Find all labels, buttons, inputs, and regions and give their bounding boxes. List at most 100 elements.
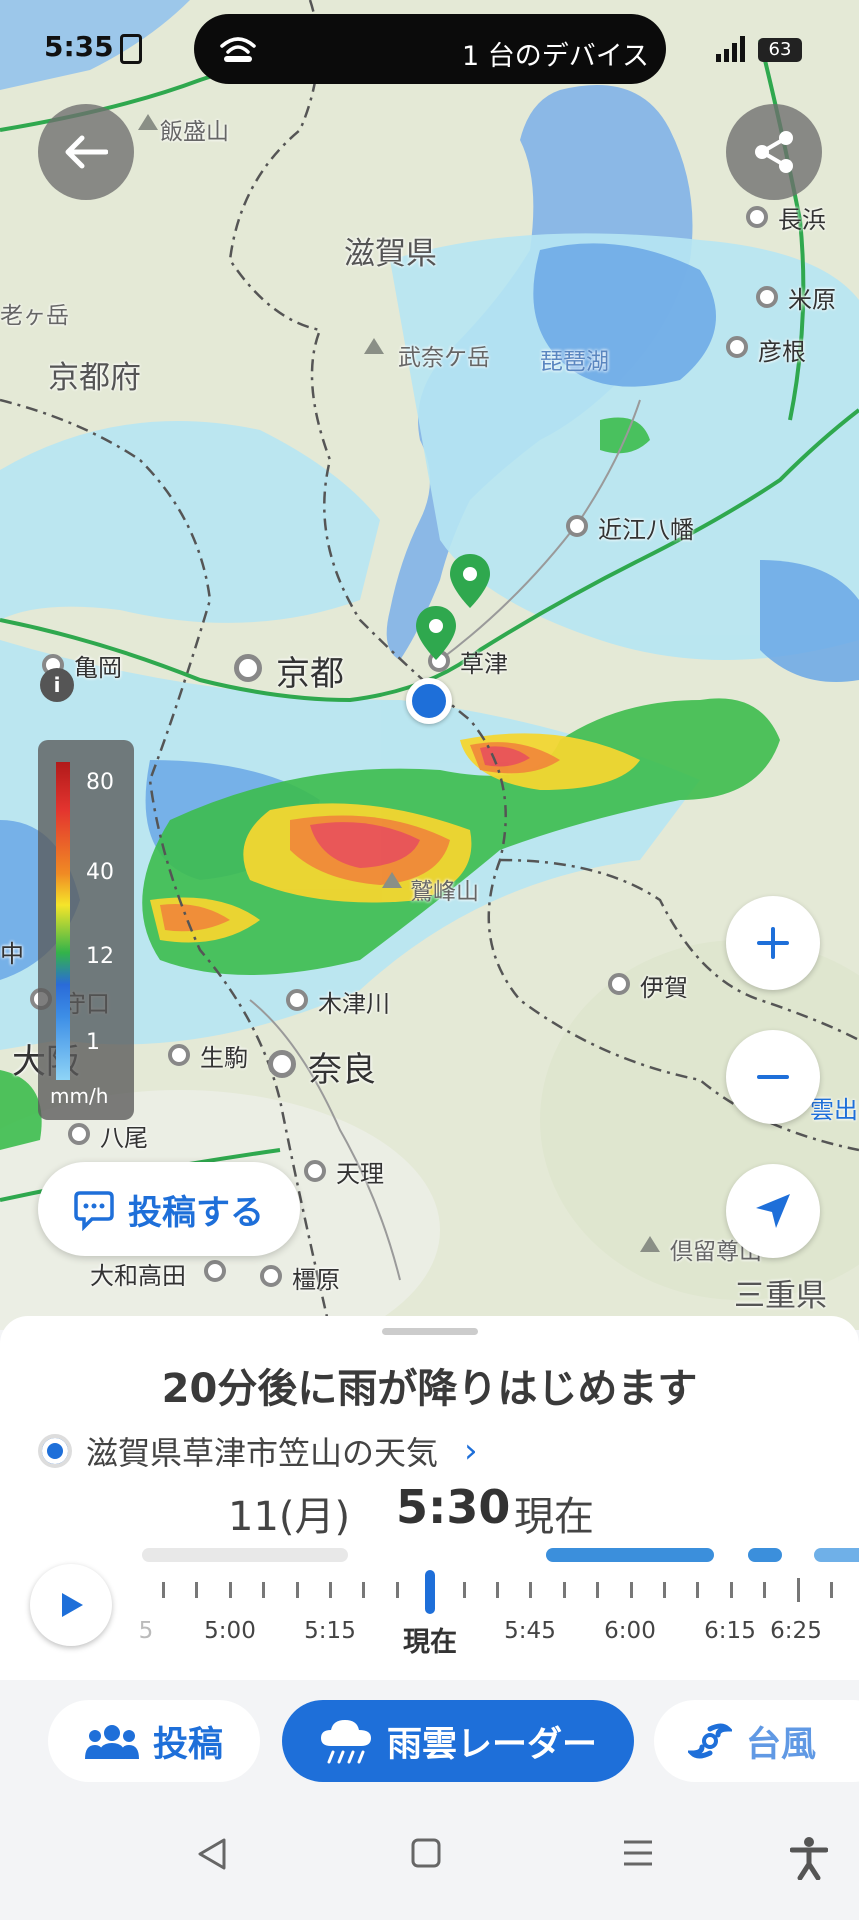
legend-level: 12 <box>86 944 114 969</box>
label-bunagatake: 武奈ケ岳 <box>398 345 490 371</box>
zoom-out-button[interactable] <box>726 1030 820 1124</box>
station-yao <box>68 1123 90 1145</box>
timeline-tick <box>529 1582 533 1598</box>
station-kizugawa <box>286 989 308 1011</box>
timeline-label: 6:15 <box>704 1618 756 1644</box>
back-arrow-icon <box>65 135 108 169</box>
accessibility-icon[interactable] <box>790 1836 828 1880</box>
minus-icon <box>757 1075 789 1079</box>
timeline-tick <box>295 1582 299 1598</box>
map-pin-icon[interactable] <box>448 552 492 610</box>
timeline-label: 5:00 <box>204 1618 256 1644</box>
tab-rain-radar[interactable]: 雨雲レーダー <box>282 1700 634 1782</box>
legend-color-bar <box>56 762 70 1080</box>
back-nav-icon[interactable] <box>196 1836 228 1872</box>
station-nara <box>268 1050 296 1078</box>
timeline-tick <box>729 1582 733 1598</box>
my-location-button[interactable] <box>726 1164 820 1258</box>
recents-nav-icon[interactable] <box>622 1836 654 1870</box>
location-link[interactable]: 滋賀県草津市笠山の天気 › <box>38 1428 478 1474</box>
timeline-tick <box>596 1582 600 1598</box>
timeline-tick <box>362 1582 366 1598</box>
tab-typhoon[interactable]: 台風 <box>654 1700 859 1782</box>
status-time: 5:35 <box>44 30 114 63</box>
sheet-handle[interactable] <box>382 1328 478 1335</box>
rain-radar-map[interactable]: 滋賀県 京都府 三重県 飯盛山 武奈ケ岳 琵琶湖 老ヶ岳 鷲峰山 倶留尊山 中 … <box>0 0 859 1330</box>
label-yao: 八尾 <box>100 1124 148 1152</box>
timeline-tick <box>830 1582 833 1598</box>
people-icon <box>84 1725 139 1759</box>
label-ikoma: 生駒 <box>200 1044 248 1072</box>
back-button[interactable] <box>38 104 134 200</box>
station-maibara <box>756 286 778 308</box>
current-location-marker <box>406 678 452 724</box>
label-hikone: 彦根 <box>758 338 806 366</box>
bottom-tabs: 投稿 雨雲レーダー 台風 <box>0 1680 859 1800</box>
plus-icon <box>757 927 789 959</box>
station-tenri <box>304 1160 326 1182</box>
timeline-tick <box>395 1582 399 1598</box>
home-nav-icon[interactable] <box>410 1836 442 1870</box>
forecast-date: 11(月) <box>228 1494 351 1540</box>
forecast-sheet: 20分後に雨が降りはじめます 滋賀県草津市笠山の天気 › 11(月) 5:30 … <box>0 1316 859 1680</box>
timeline-ticks[interactable] <box>150 1578 833 1612</box>
timeline-tick <box>262 1582 266 1598</box>
label-washiminesan: 鷲峰山 <box>410 879 479 905</box>
rain-legend: 80 40 12 1 mm/h <box>38 740 134 1120</box>
rain-forecast-headline: 20分後に雨が降りはじめます <box>161 1366 698 1412</box>
label-iga: 伊賀 <box>640 974 688 1002</box>
timeline-tick <box>462 1582 466 1598</box>
station-kyoto <box>234 654 262 682</box>
location-name: 滋賀県草津市笠山の天気 <box>86 1434 439 1472</box>
signal-icon <box>716 36 745 62</box>
now-label: 現在 <box>514 1494 594 1540</box>
station-kashihara <box>260 1265 282 1287</box>
play-button[interactable] <box>30 1564 112 1646</box>
navigation-arrow-icon <box>756 1194 790 1228</box>
notification-pill[interactable]: 1 台のデバイス <box>194 14 666 84</box>
chevron-right-icon: › <box>464 1431 478 1471</box>
tab-post[interactable]: 投稿 <box>48 1700 260 1782</box>
timeline-label: 5 <box>138 1618 154 1644</box>
timeline-tick <box>763 1582 767 1598</box>
station-iga <box>608 973 630 995</box>
label-kizugawa: 木津川 <box>318 990 390 1018</box>
legend-level: 1 <box>86 1030 100 1055</box>
notification-text: 1 台のデバイス <box>462 41 649 72</box>
past-rain-bar <box>142 1548 348 1562</box>
timeline-cursor[interactable] <box>425 1570 435 1614</box>
label-rokkoudake: 老ヶ岳 <box>0 303 69 329</box>
station-omihachiman <box>566 515 588 537</box>
label-shiga: 滋賀県 <box>344 236 437 272</box>
post-bubble-icon <box>74 1191 114 1231</box>
post-button[interactable]: 投稿する <box>38 1162 300 1256</box>
label-kameoka: 亀岡 <box>74 654 122 682</box>
station-yamatotakada <box>204 1260 226 1282</box>
future-rain-bar <box>546 1548 714 1562</box>
share-button[interactable] <box>726 104 822 200</box>
battery-icon: 63 <box>758 38 802 62</box>
info-icon[interactable]: i <box>40 668 74 702</box>
label-biwako: 琵琶湖 <box>540 349 609 375</box>
rain-cloud-icon <box>320 1720 371 1764</box>
app-screen: 滋賀県 京都府 三重県 飯盛山 武奈ケ岳 琵琶湖 老ヶ岳 鷲峰山 倶留尊山 中 … <box>0 0 859 1920</box>
station-hikone <box>726 336 748 358</box>
forecast-time: 5:30 <box>396 1480 511 1534</box>
label-kusatsu: 草津 <box>460 650 508 678</box>
timeline-tick <box>195 1582 199 1598</box>
share-icon <box>755 131 793 173</box>
zoom-in-button[interactable] <box>726 896 820 990</box>
timeline-tick <box>629 1582 633 1598</box>
legend-unit: mm/h <box>50 1084 109 1108</box>
timeline-tick <box>329 1582 332 1598</box>
status-bar: 5:35 1 台のデバイス 63 <box>0 0 859 100</box>
tab-rain-radar-label: 雨雲レーダー <box>386 1724 597 1765</box>
map-pin-icon[interactable] <box>414 604 458 662</box>
timeline-label: 5:15 <box>304 1618 356 1644</box>
label-kyoto-pref: 京都府 <box>48 360 141 396</box>
future-rain-bar <box>814 1548 859 1562</box>
location-dot-icon <box>38 1434 72 1468</box>
label-maibara: 米原 <box>788 286 836 314</box>
legend-level: 40 <box>86 860 114 885</box>
post-button-label: 投稿する <box>128 1192 264 1233</box>
